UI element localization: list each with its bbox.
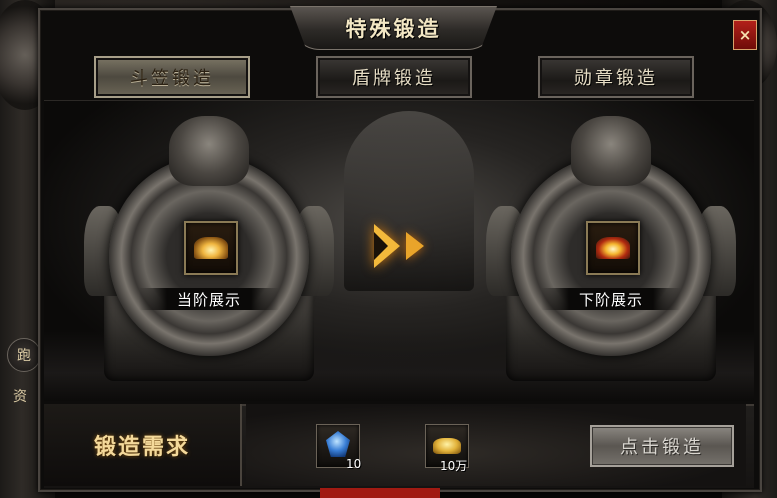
- arrow-right-icon: [406, 232, 424, 260]
- window-title: 特殊锻造: [345, 16, 442, 41]
- tab-medal-forge[interactable]: 勋章锻造: [538, 56, 694, 98]
- side-run-button[interactable]: 跑: [7, 338, 41, 372]
- stone-archway: [344, 111, 474, 291]
- current-tier-text: 当阶展示: [176, 290, 241, 309]
- current-tier-label: 当阶展示: [139, 288, 279, 310]
- bottom-chat-strip: [320, 488, 440, 498]
- tab-label: 盾牌锻造: [352, 68, 436, 89]
- requirements-plate: 锻造需求: [44, 404, 242, 486]
- next-tier-text: 下阶展示: [578, 290, 643, 309]
- material-count: 10万: [440, 459, 468, 473]
- tab-shield-forge[interactable]: 盾牌锻造: [316, 56, 472, 98]
- dragon-head-ornament: [571, 116, 651, 186]
- current-tier-pedestal: 当阶展示: [84, 116, 334, 386]
- forge-stage: 当阶展示 下阶展示: [44, 100, 754, 401]
- next-tier-label: 下阶展示: [541, 288, 681, 310]
- next-item-slot[interactable]: [586, 221, 640, 275]
- current-item-slot[interactable]: [184, 221, 238, 275]
- blue-gem-icon: [326, 431, 350, 457]
- next-tier-pedestal: 下阶展示: [486, 116, 736, 386]
- forge-button-label: 点击锻造: [620, 437, 704, 458]
- arrow-right-icon: [374, 224, 400, 268]
- hat-item-icon: [194, 237, 228, 259]
- hat-item-icon: [596, 237, 630, 259]
- side-label: 资: [13, 389, 27, 405]
- requirements-title: 锻造需求: [93, 434, 190, 460]
- tab-label: 斗笠锻造: [130, 68, 214, 89]
- material-count: 10: [346, 457, 362, 471]
- forge-button[interactable]: 点击锻造: [590, 425, 734, 467]
- close-icon: ×: [738, 26, 752, 44]
- tab-hat-forge[interactable]: 斗笠锻造: [94, 56, 250, 98]
- title-plate: 特殊锻造: [290, 6, 497, 50]
- tab-label: 勋章锻造: [574, 68, 658, 89]
- close-button[interactable]: ×: [733, 20, 757, 50]
- dragon-head-ornament: [169, 116, 249, 186]
- gold-ingot-icon: [433, 438, 461, 454]
